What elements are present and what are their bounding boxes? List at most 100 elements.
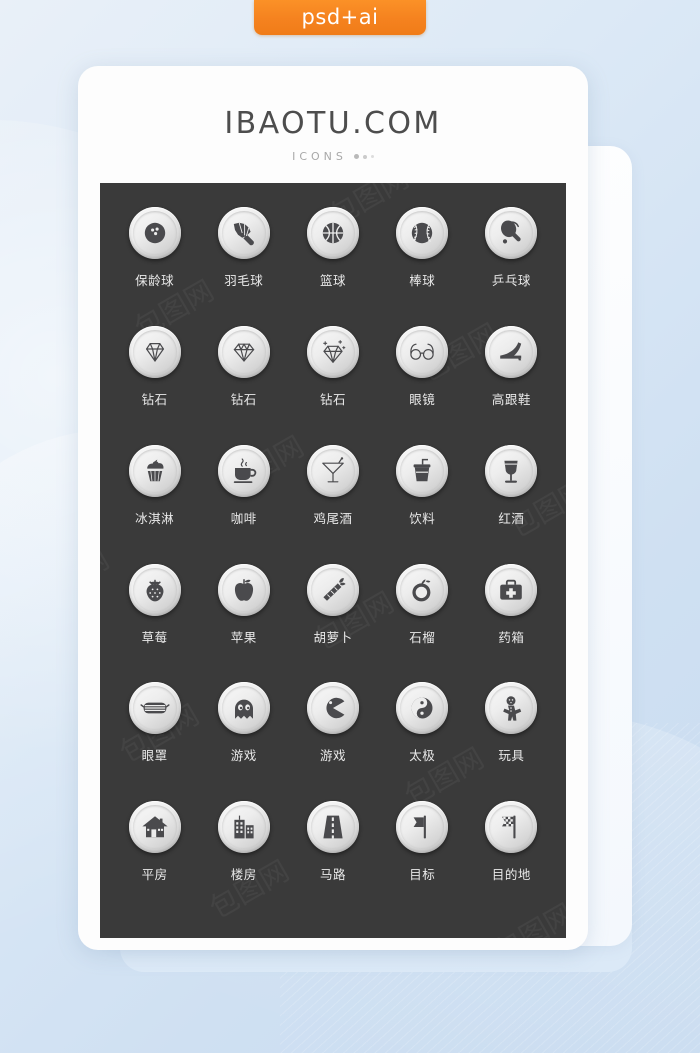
icon-cell[interactable]: 钻石: [288, 325, 377, 445]
pomegranate-icon[interactable]: [396, 563, 449, 616]
format-badge: psd+ai: [254, 0, 426, 35]
icon-label: 高跟鞋: [491, 391, 531, 407]
icon-label: 楼房: [230, 867, 257, 883]
icon-cell[interactable]: 眼镜: [378, 325, 467, 445]
pacman-icon[interactable]: [306, 682, 359, 735]
icon-label: 棒球: [409, 273, 436, 288]
icon-label: 钻石: [230, 391, 257, 407]
wine-glass-icon[interactable]: [485, 444, 538, 497]
icon-label: 篮球: [319, 273, 346, 288]
icon-label: 马路: [319, 867, 346, 883]
coffee-cup-icon[interactable]: [217, 444, 270, 497]
icon-label: 玩具: [498, 748, 525, 764]
cocktail-glass-icon[interactable]: [306, 444, 359, 497]
dot-icon: [362, 154, 367, 159]
icon-set-card: IBAOTU.COM ICONS 包图网包图网包图网包图网包图网包图网包图网包图…: [78, 66, 588, 950]
icon-grid: 保龄球 羽毛球 篮球 棒球 乒乓球钻石 钻石 钻石 眼镜 高跟鞋冰淇淋 咖啡 鸡尾酒 饮料 红酒草莓 苹果…: [100, 183, 566, 938]
road-icon[interactable]: [306, 801, 359, 854]
icon-label: 游戏: [319, 748, 346, 764]
icon-label: 保龄球: [135, 273, 175, 288]
dot-icon: [370, 155, 374, 158]
takeaway-drink-icon[interactable]: [396, 444, 449, 497]
bowling-ball-icon[interactable]: [128, 207, 181, 259]
icon-cell[interactable]: 苹果: [199, 563, 288, 683]
icon-label: 游戏: [230, 748, 257, 764]
diamond-sparkle-icon[interactable]: [306, 325, 359, 378]
icon-label: 目标: [409, 867, 436, 883]
gingerbread-man-icon[interactable]: [485, 682, 538, 735]
strawberry-icon[interactable]: [128, 563, 181, 616]
icon-label: 苹果: [230, 629, 257, 645]
icon-label: 咖啡: [230, 510, 257, 526]
icon-label: 眼罩: [141, 748, 168, 764]
house-icon[interactable]: [128, 801, 181, 854]
icon-cell[interactable]: 石榴: [378, 563, 467, 683]
icon-cell[interactable]: 鸡尾酒: [288, 444, 377, 564]
icon-label: 胡萝卜: [313, 629, 353, 645]
icon-cell[interactable]: 眼罩: [110, 682, 199, 801]
dot-icon: [353, 154, 359, 159]
icon-label: 冰淇淋: [135, 510, 175, 526]
icon-cell[interactable]: 羽毛球: [199, 207, 288, 326]
yin-yang-icon[interactable]: [396, 682, 449, 735]
icon-cell[interactable]: 高跟鞋: [467, 325, 556, 445]
subtitle-row: ICONS: [78, 150, 588, 163]
badminton-shuttlecock-icon[interactable]: [217, 207, 270, 259]
icon-cell[interactable]: 钻石: [199, 325, 288, 445]
icon-label: 目的地: [491, 867, 531, 883]
first-aid-kit-icon[interactable]: [485, 563, 538, 616]
icon-cell[interactable]: 太极: [378, 682, 467, 801]
icon-cell[interactable]: 游戏: [199, 682, 288, 801]
icon-cell[interactable]: 咖啡: [199, 444, 288, 564]
icon-label: 乒乓球: [491, 273, 531, 288]
icon-cell[interactable]: 乒乓球: [467, 207, 556, 326]
icon-cell[interactable]: 平房: [110, 801, 199, 920]
icon-cell[interactable]: 马路: [288, 801, 377, 920]
icon-label: 平房: [141, 867, 168, 883]
high-heel-shoe-icon[interactable]: [485, 325, 538, 378]
icon-cell[interactable]: 草莓: [110, 563, 199, 683]
icon-cell[interactable]: 胡萝卜: [288, 563, 377, 683]
icon-cell[interactable]: 目的地: [467, 801, 556, 920]
basketball-icon[interactable]: [306, 207, 359, 259]
icon-label: 药箱: [498, 629, 525, 645]
icon-label: 眼镜: [409, 391, 436, 407]
icon-cell[interactable]: 药箱: [467, 563, 556, 683]
icon-label: 红酒: [498, 510, 525, 526]
icon-cell[interactable]: 玩具: [467, 682, 556, 801]
icon-cell[interactable]: 红酒: [467, 444, 556, 564]
page-subtitle: ICONS: [292, 150, 347, 163]
icon-panel: 包图网包图网包图网包图网包图网包图网包图网包图网包图网包图网包图网包图网包图网包…: [100, 183, 566, 938]
icon-label: 石榴: [409, 629, 436, 645]
flag-icon[interactable]: [396, 801, 449, 854]
icon-cell[interactable]: 篮球: [288, 207, 377, 326]
icon-cell[interactable]: 冰淇淋: [110, 444, 199, 564]
page-title: IBAOTU.COM: [224, 106, 442, 141]
icon-label: 羽毛球: [224, 273, 264, 288]
card-header: IBAOTU.COM ICONS: [78, 66, 588, 183]
icon-cell[interactable]: 棒球: [378, 207, 467, 326]
baseball-icon[interactable]: [396, 207, 449, 259]
icon-label: 鸡尾酒: [313, 510, 353, 526]
icon-label: 钻石: [141, 391, 168, 407]
carrot-icon[interactable]: [306, 563, 359, 616]
icon-cell[interactable]: 游戏: [288, 682, 377, 801]
icon-cell[interactable]: 目标: [378, 801, 467, 920]
sleep-mask-icon[interactable]: [128, 682, 181, 735]
checkered-flag-icon[interactable]: [485, 801, 538, 854]
icon-label: 钻石: [319, 391, 346, 407]
icon-cell[interactable]: 楼房: [199, 801, 288, 920]
glasses-icon[interactable]: [396, 325, 449, 378]
icon-label: 太极: [409, 748, 436, 764]
cupcake-icon[interactable]: [128, 444, 181, 497]
ghost-icon[interactable]: [217, 682, 270, 735]
apple-icon[interactable]: [217, 563, 270, 616]
buildings-icon[interactable]: [217, 801, 270, 854]
diamond-outline-icon[interactable]: [128, 325, 181, 378]
icon-cell[interactable]: 饮料: [378, 444, 467, 564]
icon-label: 草莓: [141, 629, 168, 645]
icon-cell[interactable]: 钻石: [110, 325, 199, 445]
icon-cell[interactable]: 保龄球: [110, 207, 199, 326]
table-tennis-icon[interactable]: [485, 207, 538, 259]
diamond-faceted-icon[interactable]: [217, 325, 270, 378]
